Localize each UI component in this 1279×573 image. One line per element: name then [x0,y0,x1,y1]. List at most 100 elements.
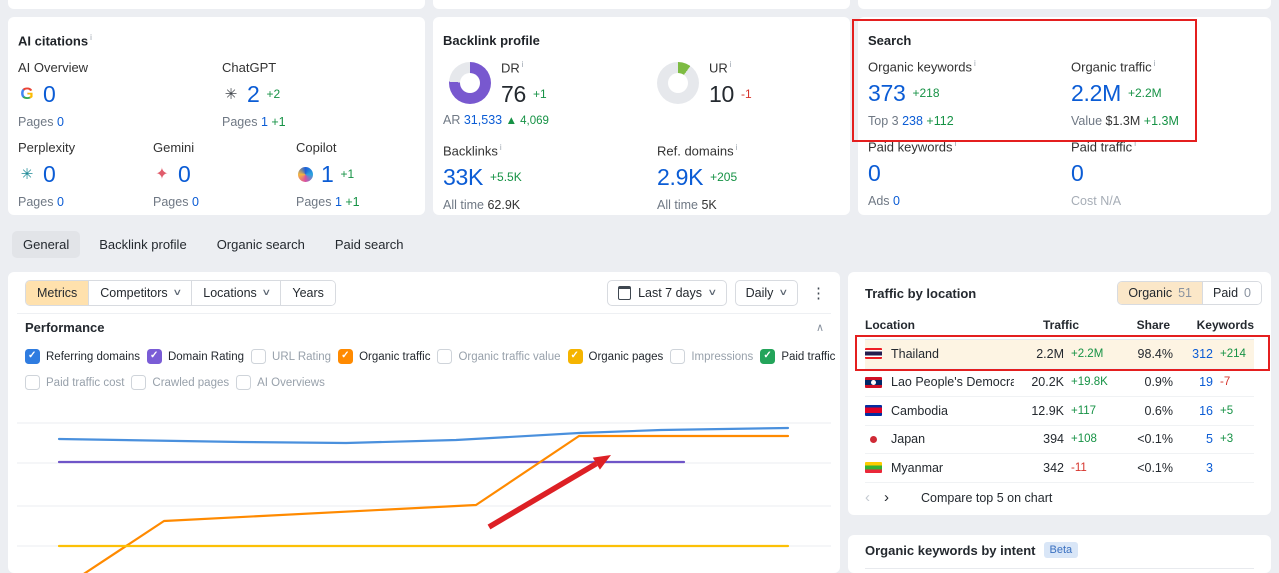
checkbox-icon [670,349,686,364]
info-icon: i [1153,59,1156,68]
backlinks-stat: Backlinks i 33K +5.5K All time 62.9K [443,143,522,213]
info-icon: i [735,143,738,152]
stat-value[interactable]: 0 [43,81,56,108]
tab-backlink-profile[interactable]: Backlink profile [88,231,197,258]
paid-keywords-value[interactable]: 0 [868,160,881,187]
organic-keywords-stat: Organic keywords i 373 +218 Top 3 238 +112 [868,59,976,129]
table-row-myanmar[interactable]: Myanmar 342 -11 <0.1% 3 [865,454,1254,483]
next-page-icon[interactable]: › [884,489,903,506]
gemini-stat: Gemini ✦ 0 Pages 0 [153,140,199,209]
japan-flag-icon [865,433,882,445]
checkbox-icon [25,375,40,390]
paid-traffic-stat: Paid traffic i 0 Cost N/A [1071,139,1136,209]
organic-traffic-value[interactable]: 2.2M [1071,80,1121,107]
metric-checkbox-paid-traffic[interactable]: Paid traffic [760,349,835,364]
performance-card: Metrics Competitors ∨ Locations ∨ Years La… [8,272,840,573]
granularity-dropdown[interactable]: Daily ∨ [734,279,798,306]
checkbox-icon [131,375,147,390]
table-row-laos[interactable]: Lao People's Democratic Reput 20.2K +19.… [865,369,1254,397]
chevron-down-icon: ∨ [778,287,789,297]
metric-checkbox-ai-overviews[interactable]: AI Overviews [236,375,325,390]
paid-toggle[interactable]: Paid 0 [1202,282,1261,304]
ur-label: UR i [709,60,732,76]
ref-domains-stat: Ref. domains i 2.9K +205 All time 5K [657,143,738,213]
table-row-cambodia[interactable]: Cambodia 12.9K +117 0.6% 16 +5 [865,397,1254,426]
perplexity-icon: ✳ [20,166,34,183]
metric-checkbox-organic-traffic-value[interactable]: Organic traffic value [437,349,561,364]
table-row-thailand[interactable]: Thailand 2.2M +2.2M 98.4% 312 +214 [865,340,1254,369]
metric-checkbox-impressions[interactable]: Impressions [670,349,753,364]
backlink-profile-card: Backlink profile DR i 76 +1 AR 31,533 ▲ 4,… [433,17,850,215]
info-icon: i [521,60,524,69]
google-icon: G [18,84,36,103]
metric-checkbox-domain-rating[interactable]: Domain Rating [146,349,244,364]
metrics-button[interactable]: Metrics [26,280,89,305]
dr-label: DR i [501,60,524,76]
thailand-flag-icon [865,348,882,360]
card-title: Search [868,33,912,48]
cambodia-flag-icon [865,405,882,417]
organic-toggle[interactable]: Organic 51 [1118,282,1203,304]
metric-checkbox-organic-pages[interactable]: Organic pages [567,349,663,364]
prev-page-icon[interactable]: ‹ [865,489,884,506]
beta-badge: Beta [1043,542,1079,558]
ur-donut-chart [657,62,699,104]
metric-checkbox-url-rating[interactable]: URL Rating [251,349,331,364]
chart-toolbar: Metrics Competitors ∨ Locations ∨ Years La… [17,272,831,314]
organic-keywords-value[interactable]: 373 [868,80,906,107]
laos-flag-icon [865,376,882,388]
chevron-down-icon: ∨ [707,287,718,297]
copilot-icon [296,165,314,183]
card-title: Backlink profile [443,33,540,48]
more-options-icon[interactable]: ⋮ [806,284,831,302]
paid-traffic-value[interactable]: 0 [1071,160,1084,187]
traffic-by-location-title: Traffic by location [865,285,977,301]
table-row-japan[interactable]: Japan 394 +108 <0.1% 5 +3 [865,426,1254,454]
search-card: Search Organic keywords i 373 +218 Top 3 2… [858,17,1271,215]
metric-checkbox-paid-traffic-cost[interactable]: Paid traffic cost [25,375,124,390]
card-title: AI citations i [18,33,92,49]
organic-paid-toggle: Organic 51 Paid 0 [1117,281,1262,305]
organic-traffic-stat: Organic traffic i 2.2M +2.2M Value $1.3M +… [1071,59,1179,129]
info-icon: i [90,33,92,42]
compare-top5-link[interactable]: Compare top 5 on chart [921,491,1052,505]
collapse-section-icon[interactable]: ∧ [816,321,824,334]
checkbox-icon [236,375,252,390]
locations-table: Location Traffic Share Keywords Thailand… [865,313,1254,483]
stat-value[interactable]: 2 [247,81,260,108]
chatgpt-icon: ✳ [224,86,238,103]
performance-title: Performance [25,320,105,335]
metric-checkboxes: Referring domains Domain Rating URL Rati… [25,346,836,393]
card-above-sliver [433,0,850,9]
info-icon: i [729,60,732,69]
info-icon: i [1134,139,1136,148]
checkbox-icon [437,349,453,364]
locations-dropdown[interactable]: Locations ∨ [191,280,281,305]
chatgpt-stat: ChatGPT ✳ 2 +2 Pages 1 +1 [222,60,286,129]
backlinks-value[interactable]: 33K [443,164,483,191]
paid-keywords-stat: Paid keywords i 0 Ads 0 [868,139,957,209]
chart-filter-group: Metrics Competitors ∨ Locations ∨ Years [25,279,336,306]
metric-checkbox-referring-domains[interactable]: Referring domains [25,349,140,364]
stat-value[interactable]: 1 [321,161,334,188]
stat-value[interactable]: 0 [43,161,56,188]
tab-organic-search[interactable]: Organic search [206,231,316,258]
metric-checkbox-crawled-pages[interactable]: Crawled pages [131,375,229,390]
date-range-picker[interactable]: Last 7 days ∨ [607,279,727,306]
years-button[interactable]: Years [280,280,335,305]
dr-value: 76 [501,80,526,107]
metric-checkbox-organic-traffic[interactable]: Organic traffic [338,349,430,364]
checkbox-icon [338,349,354,364]
info-icon: i [954,139,957,148]
competitors-dropdown[interactable]: Competitors ∨ [88,280,192,305]
card-above-sliver [8,0,425,9]
tab-paid-search[interactable]: Paid search [324,231,415,258]
ref-domains-value[interactable]: 2.9K [657,164,703,191]
stat-value[interactable]: 0 [178,161,191,188]
chevron-down-icon: ∨ [261,287,272,297]
copilot-stat: Copilot 1 +1 Pages 1 +1 [296,140,360,209]
info-icon: i [974,59,976,68]
info-icon: i [499,143,502,152]
tab-general[interactable]: General [12,231,81,258]
checkbox-icon [567,349,583,364]
